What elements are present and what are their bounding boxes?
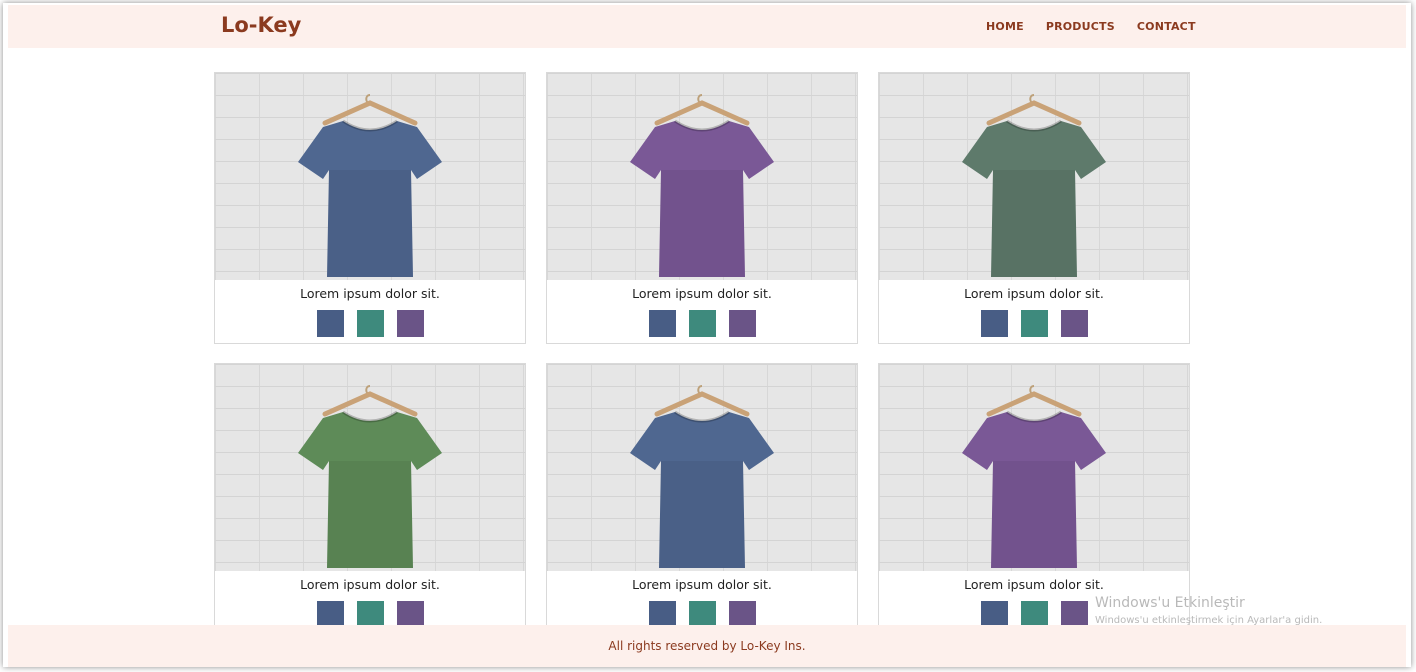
swatch-blue[interactable]: [648, 310, 676, 337]
color-swatches: [215, 601, 525, 628]
swatch-teal[interactable]: [688, 601, 716, 628]
swatch-purple[interactable]: [728, 601, 756, 628]
product-caption: Lorem ipsum dolor sit.: [964, 577, 1104, 592]
swatch-teal[interactable]: [1020, 601, 1048, 628]
nav-home-link[interactable]: HOME: [986, 20, 1024, 33]
product-image[interactable]: [879, 364, 1189, 571]
product-caption: Lorem ipsum dolor sit.: [964, 286, 1104, 301]
product-caption: Lorem ipsum dolor sit.: [300, 577, 440, 592]
product-image[interactable]: [547, 364, 857, 571]
navbar: Lo-Key HOME PRODUCTS CONTACT: [8, 5, 1406, 48]
product-card[interactable]: Lorem ipsum dolor sit.: [546, 363, 858, 635]
product-card[interactable]: Lorem ipsum dolor sit.: [546, 72, 858, 344]
browser-viewport: Lo-Key HOME PRODUCTS CONTACT Lorem ipsum…: [3, 3, 1411, 667]
brand-logo[interactable]: Lo-Key: [221, 13, 301, 37]
product-caption: Lorem ipsum dolor sit.: [632, 286, 772, 301]
watermark-title: Windows'u Etkinleştir: [1095, 595, 1245, 611]
swatch-blue[interactable]: [980, 601, 1008, 628]
swatch-purple[interactable]: [728, 310, 756, 337]
footer: All rights reserved by Lo-Key Ins.: [8, 625, 1406, 667]
nav-contact-link[interactable]: CONTACT: [1137, 20, 1196, 33]
color-swatches: [879, 310, 1189, 337]
product-image[interactable]: [547, 73, 857, 280]
product-card[interactable]: Lorem ipsum dolor sit.: [878, 72, 1190, 344]
product-caption: Lorem ipsum dolor sit.: [632, 577, 772, 592]
product-image[interactable]: [879, 73, 1189, 280]
swatch-blue[interactable]: [648, 601, 676, 628]
color-swatches: [215, 310, 525, 337]
product-image[interactable]: [215, 364, 525, 571]
swatch-blue[interactable]: [316, 601, 344, 628]
product-image[interactable]: [215, 73, 525, 280]
color-swatches: [547, 310, 857, 337]
swatch-blue[interactable]: [980, 310, 1008, 337]
color-swatches: [547, 601, 857, 628]
product-card[interactable]: Lorem ipsum dolor sit.: [214, 363, 526, 635]
swatch-teal[interactable]: [356, 601, 384, 628]
windows-activation-watermark: Windows'u Etkinleştir Windows'u etkinleş…: [1095, 595, 1322, 626]
swatch-teal[interactable]: [1020, 310, 1048, 337]
product-caption: Lorem ipsum dolor sit.: [300, 286, 440, 301]
watermark-subtitle: Windows'u etkinleştirmek için Ayarlar'a …: [1095, 615, 1323, 626]
nav-products-link[interactable]: PRODUCTS: [1046, 20, 1115, 33]
swatch-purple[interactable]: [1060, 601, 1088, 628]
swatch-teal[interactable]: [356, 310, 384, 337]
footer-text: All rights reserved by Lo-Key Ins.: [608, 639, 806, 653]
swatch-purple[interactable]: [396, 310, 424, 337]
nav-links: HOME PRODUCTS CONTACT: [986, 20, 1196, 33]
swatch-teal[interactable]: [688, 310, 716, 337]
swatch-purple[interactable]: [396, 601, 424, 628]
swatch-purple[interactable]: [1060, 310, 1088, 337]
product-card[interactable]: Lorem ipsum dolor sit.: [214, 72, 526, 344]
swatch-blue[interactable]: [316, 310, 344, 337]
